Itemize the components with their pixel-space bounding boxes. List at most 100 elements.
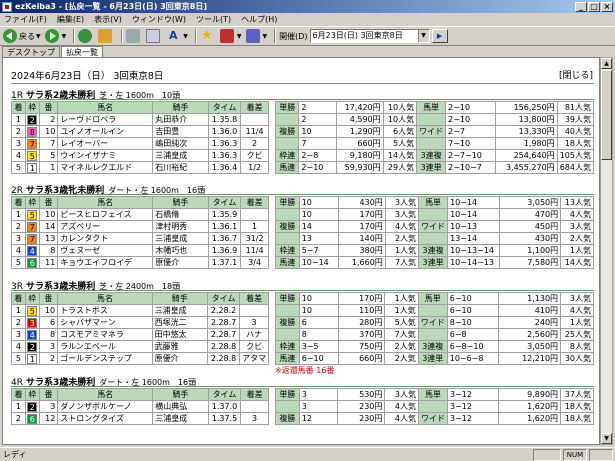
horse-name[interactable]: ラルンエベール [57, 340, 153, 353]
menu-edit[interactable]: 編集(E) [57, 14, 84, 25]
bet-type [275, 232, 300, 245]
horse-name[interactable]: アズベリー [57, 220, 154, 233]
combination: 8 [298, 328, 339, 341]
bet-type: 単勝 [275, 292, 300, 305]
horse-name[interactable]: レイオーバー [57, 137, 154, 150]
combination: 10−13 [447, 220, 500, 233]
horse-name[interactable]: ユイノオールイン [57, 125, 154, 138]
horse-name[interactable]: ダノンザボルケーノ [57, 400, 154, 413]
bet-type: 3連複 [416, 149, 447, 162]
book-button[interactable]: ▼ [219, 28, 242, 44]
refresh-button[interactable] [78, 28, 94, 44]
payout-amount: 1,980円 [494, 137, 558, 150]
popularity: 4人気 [384, 400, 419, 413]
scroll-down-icon[interactable]: ▼ [601, 433, 612, 444]
horse-name[interactable]: ゴールデンステップ [57, 352, 153, 365]
horse-name[interactable]: キョウエイフロイデ [57, 256, 154, 269]
horse-name[interactable]: ヴェヌーゼ [57, 244, 154, 257]
jockey-name: 横山典弘 [152, 400, 209, 413]
bet-type: 3連複 [417, 340, 448, 353]
vertical-scrollbar[interactable]: ▲ ▼ [600, 57, 613, 445]
bet-type: 馬単 [417, 388, 448, 401]
horse-name[interactable]: ウインイザナミ [57, 149, 154, 162]
menu-view[interactable]: 表示(V) [94, 14, 122, 25]
bet-type: 馬連 [274, 161, 300, 174]
forward-arrow-icon [44, 29, 59, 43]
finish-position: 2 [11, 412, 26, 425]
horse-number: 11 [38, 256, 59, 269]
payout-row: 複勝 14 170円 4人気 ワイド 10−13 450円 3人気 [275, 220, 594, 233]
horse-name[interactable]: シャバザマーン [57, 316, 153, 329]
menu-help[interactable]: ヘルプ(H) [241, 14, 277, 25]
popularity: 18人気 [560, 400, 594, 413]
horse-name[interactable]: カレンタクト [57, 232, 154, 245]
horse-name[interactable]: ピースヒロフェイス [57, 208, 154, 221]
horse-number: 6 [38, 316, 59, 329]
horse-name[interactable]: マイネルレクエルド [57, 161, 154, 174]
go-button[interactable]: ▶ [431, 29, 448, 43]
document-button[interactable] [146, 28, 162, 44]
race-time: 1.36.4 [207, 161, 242, 174]
printer-icon [126, 29, 141, 43]
tab-desktop[interactable]: デスクトップ [2, 46, 60, 57]
bet-type [416, 113, 447, 126]
print-button[interactable] [126, 28, 142, 44]
menu-tools[interactable]: ツール(T) [196, 14, 231, 25]
tab-payout-list[interactable]: 払戻一覧 [61, 46, 103, 57]
network-button[interactable]: ▼ [245, 28, 267, 44]
combination: 10 [298, 292, 339, 305]
finish-position: 3 [11, 328, 26, 341]
horse-name[interactable]: レーヴドロペラ [57, 113, 154, 126]
back-button[interactable]: 戻る ▼ [3, 28, 41, 44]
date-select-value: 6月23日(日) 3回東京8日 [312, 31, 403, 40]
race-time: 1.36.3 [207, 137, 242, 150]
combination: 10 [298, 125, 337, 138]
status-bar: レディ NUM [0, 447, 615, 461]
column-header: 着 [11, 196, 26, 209]
close-button[interactable]: × [601, 1, 613, 12]
margin: ハナ [239, 328, 269, 341]
combination: 2−7−10 [445, 149, 496, 162]
combination: 10−14 [447, 196, 500, 209]
finish-position: 2 [11, 316, 26, 329]
popularity: 1人気 [560, 244, 594, 257]
waku-cell: 7 [24, 232, 40, 245]
home-button[interactable] [98, 28, 114, 44]
forward-button[interactable]: ▼ [44, 28, 66, 44]
maximize-button[interactable]: □ [588, 1, 600, 12]
waku-cell: 7 [24, 220, 40, 233]
column-header: タイム [206, 292, 241, 305]
waku-cell: 1 [24, 161, 40, 174]
horse-name[interactable]: ストロングタイズ [57, 412, 154, 425]
font-button[interactable]: A ▼ [166, 28, 188, 44]
waku-cell: 5 [24, 149, 40, 162]
minimize-button[interactable]: _ [575, 1, 587, 12]
horse-name[interactable]: コスモアミマネラ [57, 328, 153, 341]
waku-cell: 5 [24, 304, 40, 317]
margin: アタマ [239, 352, 269, 365]
race-time: 1.37.5 [207, 412, 242, 425]
favorites-button[interactable]: ★ [200, 28, 216, 44]
payout-amount: 530円 [337, 388, 386, 401]
horse-name[interactable]: トラストボス [57, 304, 153, 317]
popularity: 30人気 [560, 352, 594, 365]
column-header: 馬名 [57, 388, 154, 401]
finish-position: 3 [11, 137, 26, 150]
popularity: 39人気 [556, 113, 595, 126]
close-link[interactable]: [閉じる] [559, 68, 593, 81]
menu-file[interactable]: ファイル(F) [4, 14, 47, 25]
menu-window[interactable]: ウィンドウ(W) [132, 14, 186, 25]
horse-number: 2 [38, 113, 59, 126]
chevron-down-icon[interactable]: ▼ [417, 30, 429, 42]
column-header: 番 [38, 196, 59, 209]
race-title: 3R サラ系3歳未勝利 芝・左 2400m 18頭 [11, 279, 594, 292]
scroll-thumb[interactable] [601, 70, 612, 160]
waku-cell: 2 [24, 340, 40, 353]
finish-position: 5 [11, 352, 26, 365]
payout-amount: 750円 [337, 340, 386, 353]
scroll-up-icon[interactable]: ▲ [601, 58, 612, 69]
payout-amount: 1,290円 [335, 125, 384, 138]
horse-number: 3 [38, 340, 59, 353]
bet-type: 単勝 [275, 388, 300, 401]
date-select[interactable]: 6月23日(日) 3回東京8日 ▼ [309, 29, 430, 43]
